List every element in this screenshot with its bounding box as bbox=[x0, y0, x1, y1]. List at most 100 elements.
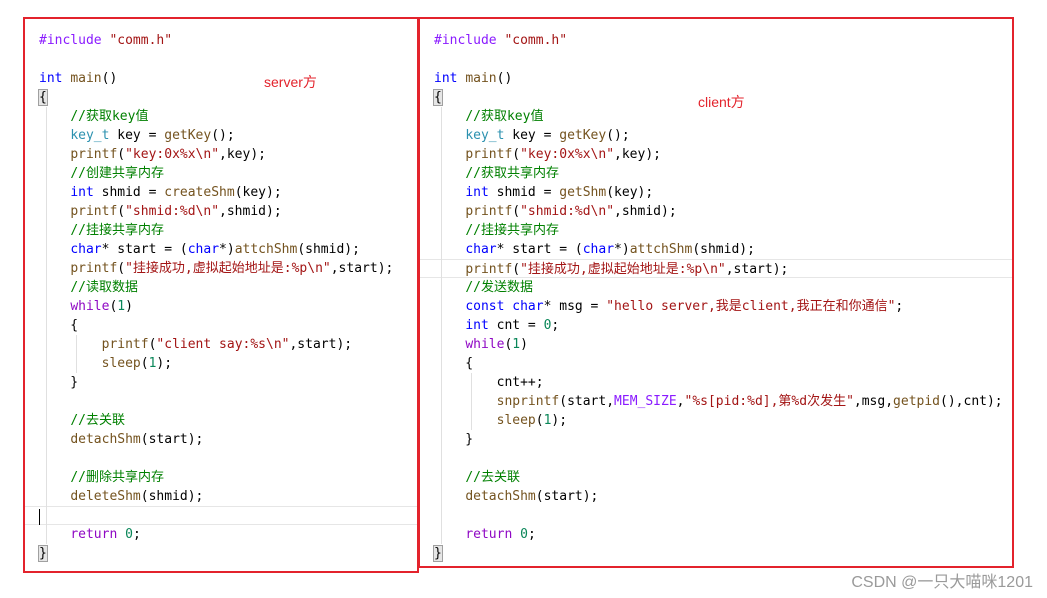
code-token: (key); bbox=[234, 185, 282, 200]
code-token: attchShm bbox=[629, 242, 693, 257]
code-line: } bbox=[433, 544, 1012, 563]
code-token: return bbox=[70, 527, 126, 542]
code-token: * start = ( bbox=[496, 242, 583, 257]
code-token: *) bbox=[219, 242, 235, 257]
code-token: * start = ( bbox=[101, 242, 188, 257]
code-token: printf bbox=[465, 204, 513, 219]
code-token: key_t bbox=[70, 128, 110, 143]
code-token: () bbox=[101, 71, 118, 86]
code-line: detachShm(start); bbox=[39, 430, 417, 449]
code-line: { bbox=[39, 316, 417, 335]
code-token: (start); bbox=[535, 489, 599, 504]
code-token: detachShm bbox=[465, 489, 536, 504]
server-annotation: server方 bbox=[264, 74, 317, 90]
code-token: ( bbox=[512, 147, 521, 162]
indent-guide bbox=[46, 107, 47, 544]
code-line bbox=[25, 506, 417, 525]
code-line: //去关联 bbox=[39, 411, 417, 430]
code-token: const char bbox=[465, 299, 544, 314]
code-token: snprintf bbox=[496, 394, 560, 409]
code-line: key_t key = getKey(); bbox=[434, 126, 1012, 145]
code-line: { bbox=[38, 88, 417, 107]
code-token: //获取共享内存 bbox=[465, 166, 559, 181]
code-line: printf("shmid:%d\n",shmid); bbox=[39, 202, 417, 221]
code-token: //创建共享内存 bbox=[70, 166, 164, 181]
code-token: ( bbox=[512, 262, 521, 277]
code-token: printf bbox=[70, 261, 118, 276]
text-cursor bbox=[39, 508, 40, 525]
code-line: deleteShm(shmid); bbox=[39, 487, 417, 506]
code-token: getShm bbox=[559, 185, 607, 200]
code-line: #include "comm.h" bbox=[39, 31, 417, 50]
code-token: } bbox=[434, 432, 474, 447]
code-line: int cnt = 0; bbox=[434, 316, 1012, 335]
code-token: //挂接共享内存 bbox=[465, 223, 559, 238]
code-line: printf("shmid:%d\n",shmid); bbox=[434, 202, 1012, 221]
code-token: "挂接成功,虚拟起始地址是:%p\n" bbox=[520, 262, 726, 277]
code-token: printf bbox=[70, 147, 118, 162]
code-token: "shmid:%d\n" bbox=[520, 204, 615, 219]
code-token: (); bbox=[211, 128, 235, 143]
code-token: (shmid); bbox=[692, 242, 755, 257]
code-token: (),cnt); bbox=[940, 394, 1003, 409]
code-token: } bbox=[433, 545, 443, 562]
code-token: "key:0x%x\n" bbox=[520, 147, 615, 162]
code-token: detachShm bbox=[70, 432, 141, 447]
code-line: //获取共享内存 bbox=[434, 164, 1012, 183]
indent-guide bbox=[441, 107, 442, 544]
code-token: 0 bbox=[520, 527, 528, 542]
code-token: //去关联 bbox=[70, 413, 125, 428]
code-token: sleep bbox=[496, 413, 536, 428]
code-token: ,start); bbox=[725, 262, 789, 277]
code-token: //删除共享内存 bbox=[70, 470, 164, 485]
code-token: *) bbox=[614, 242, 630, 257]
code-token: //获取key值 bbox=[70, 109, 149, 124]
code-token: { bbox=[434, 356, 474, 371]
code-line: key_t key = getKey(); bbox=[39, 126, 417, 145]
server-code-editor[interactable]: #include "comm.h" int main(){ //获取key值 k… bbox=[25, 31, 417, 563]
code-line: int shmid = getShm(key); bbox=[434, 183, 1012, 202]
code-token: int bbox=[465, 318, 497, 333]
code-token: ); bbox=[156, 356, 173, 371]
code-line: while(1) bbox=[434, 335, 1012, 354]
code-line: snprintf(start,MEM_SIZE,"%s[pid:%d],第%d次… bbox=[434, 392, 1012, 411]
code-line: //创建共享内存 bbox=[39, 164, 417, 183]
code-token: char bbox=[187, 242, 220, 257]
code-token: } bbox=[38, 545, 48, 562]
code-token: int bbox=[70, 185, 102, 200]
code-token: //去关联 bbox=[465, 470, 520, 485]
code-token: ; bbox=[895, 299, 904, 314]
code-token: (); bbox=[606, 128, 630, 143]
code-line: #include "comm.h" bbox=[434, 31, 1012, 50]
code-token: //挂接共享内存 bbox=[70, 223, 164, 238]
code-token: int bbox=[465, 185, 497, 200]
code-token: { bbox=[38, 89, 48, 106]
code-line: //去关联 bbox=[434, 468, 1012, 487]
csdn-watermark: CSDN @一只大喵咪1201 bbox=[851, 574, 1033, 591]
code-line: } bbox=[38, 544, 417, 563]
code-token: MEM_SIZE bbox=[614, 394, 677, 409]
code-token: 0 bbox=[125, 527, 133, 542]
code-token: * msg = bbox=[543, 299, 607, 314]
